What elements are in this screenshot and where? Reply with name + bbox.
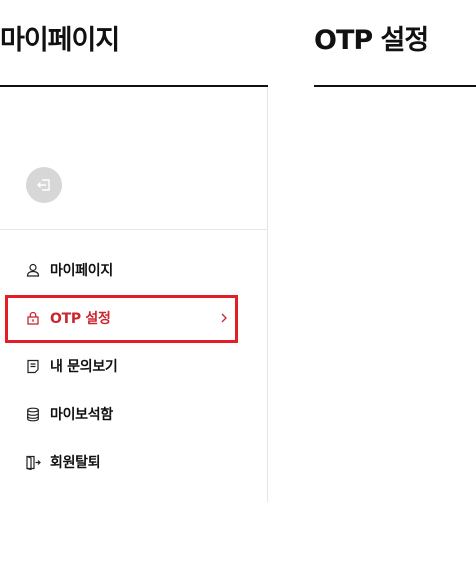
sidebar-item-label: 회원탈퇴 bbox=[50, 455, 101, 471]
page-title-divider bbox=[314, 85, 476, 87]
page-title: OTP 설정 bbox=[314, 25, 429, 56]
back-button[interactable] bbox=[26, 167, 62, 203]
sidebar-border bbox=[267, 87, 268, 502]
database-icon bbox=[25, 406, 41, 422]
document-icon bbox=[25, 358, 41, 374]
sidebar-item-label: 마이페이지 bbox=[50, 263, 113, 279]
sidebar-item-mypage[interactable]: 마이페이지 bbox=[0, 246, 267, 294]
sidebar-item-my-jewel-box[interactable]: 마이보석함 bbox=[0, 390, 267, 438]
user-icon bbox=[25, 262, 41, 278]
sidebar-item-withdraw-membership[interactable]: 회원탈퇴 bbox=[0, 438, 267, 486]
sidebar-title-divider bbox=[0, 85, 268, 87]
sidebar-item-label: 내 문의보기 bbox=[50, 359, 118, 375]
sidebar-item-my-inquiries[interactable]: 내 문의보기 bbox=[0, 342, 267, 390]
sidebar-section-divider bbox=[0, 229, 267, 230]
sidebar-item-label: 마이보석함 bbox=[50, 407, 113, 423]
sidebar-title: 마이페이지 bbox=[0, 25, 120, 56]
back-arrow-icon bbox=[36, 178, 52, 192]
exit-door-icon bbox=[25, 454, 41, 470]
active-item-highlight bbox=[5, 295, 238, 343]
